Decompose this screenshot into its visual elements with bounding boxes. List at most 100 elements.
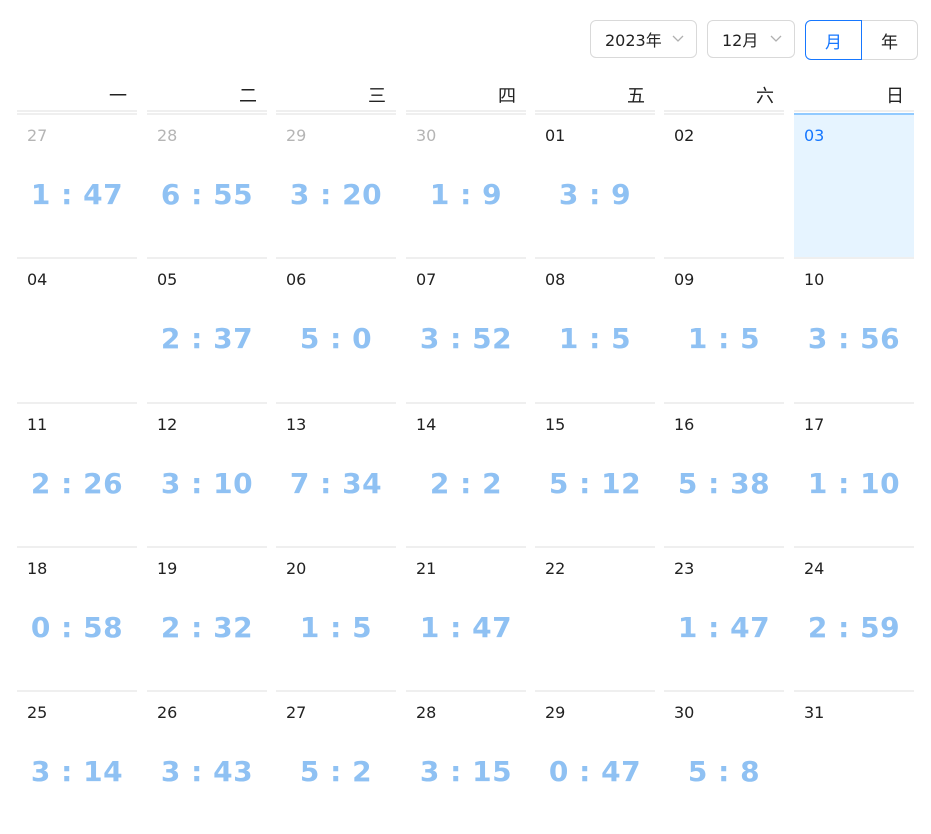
- calendar-day-cell[interactable]: 27 1 : 47: [17, 113, 137, 257]
- day-value: 3 : 14: [30, 755, 124, 788]
- calendar-day-cell[interactable]: 30 5 : 8: [664, 690, 784, 834]
- calendar-day-cell[interactable]: 25 3 : 14: [17, 690, 137, 834]
- weekday-label: 四: [406, 84, 526, 112]
- calendar-day-cell[interactable]: 24 2 : 59: [794, 546, 914, 690]
- day-number: 10: [804, 270, 825, 289]
- chevron-down-icon: [770, 35, 782, 42]
- day-value: 2 : 32: [160, 611, 254, 644]
- day-number: 31: [804, 703, 825, 722]
- day-number: 26: [157, 703, 178, 722]
- day-value: 1 : 47: [30, 178, 124, 211]
- day-number: 30: [416, 126, 437, 145]
- calendar-day-cell[interactable]: 06 5 : 0: [276, 257, 396, 401]
- day-number: 22: [545, 559, 566, 578]
- day-number: 07: [416, 270, 437, 289]
- day-number: 27: [286, 703, 307, 722]
- chevron-down-icon: [672, 35, 684, 42]
- calendar-day-cell[interactable]: 19 2 : 32: [147, 546, 267, 690]
- day-value: 1 : 5: [299, 611, 373, 644]
- day-number: 08: [545, 270, 566, 289]
- calendar-day-cell[interactable]: 13 7 : 34: [276, 402, 396, 546]
- day-value: 2 : 2: [429, 467, 503, 500]
- year-mode-button[interactable]: 年: [861, 20, 918, 60]
- calendar-day-cell[interactable]: 07 3 : 52: [406, 257, 526, 401]
- calendar-day-cell[interactable]: 21 1 : 47: [406, 546, 526, 690]
- day-value: 3 : 20: [289, 178, 383, 211]
- calendar-day-cell[interactable]: 27 5 : 2: [276, 690, 396, 834]
- calendar-day-cell[interactable]: 29 3 : 20: [276, 113, 396, 257]
- calendar-day-cell[interactable]: 04: [17, 257, 137, 401]
- day-value: 2 : 37: [160, 322, 254, 355]
- calendar-day-cell[interactable]: 28 3 : 15: [406, 690, 526, 834]
- day-value: 1 : 10: [807, 467, 901, 500]
- calendar-day-cell[interactable]: 16 5 : 38: [664, 402, 784, 546]
- day-value: 3 : 56: [807, 322, 901, 355]
- day-value: 3 : 15: [419, 755, 513, 788]
- day-number: 25: [27, 703, 48, 722]
- month-select[interactable]: 12月: [707, 20, 795, 58]
- day-number: 20: [286, 559, 307, 578]
- day-number: 13: [286, 415, 307, 434]
- calendar-day-cell[interactable]: 08 1 : 5: [535, 257, 655, 401]
- calendar-day-cell[interactable]: 01 3 : 9: [535, 113, 655, 257]
- calendar-day-cell[interactable]: 30 1 : 9: [406, 113, 526, 257]
- weekday-label: 五: [535, 84, 655, 112]
- year-select-value: 2023年: [605, 31, 662, 50]
- calendar-day-cell[interactable]: 02: [664, 113, 784, 257]
- day-number: 05: [157, 270, 178, 289]
- day-value: 1 : 9: [429, 178, 503, 211]
- day-number: 17: [804, 415, 825, 434]
- day-value: 5 : 8: [687, 755, 761, 788]
- day-number: 15: [545, 415, 566, 434]
- calendar-day-cell[interactable]: 10 3 : 56: [794, 257, 914, 401]
- day-value: 7 : 34: [289, 467, 383, 500]
- day-value: 0 : 47: [548, 755, 642, 788]
- day-number: 06: [286, 270, 307, 289]
- year-select[interactable]: 2023年: [590, 20, 697, 58]
- calendar-day-cell[interactable]: 11 2 : 26: [17, 402, 137, 546]
- calendar-day-cell[interactable]: 22: [535, 546, 655, 690]
- day-number: 11: [27, 415, 48, 434]
- calendar-day-cell[interactable]: 12 3 : 10: [147, 402, 267, 546]
- day-value: 5 : 0: [299, 322, 373, 355]
- day-value: 3 : 43: [160, 755, 254, 788]
- day-value: 2 : 59: [807, 611, 901, 644]
- calendar-day-cell[interactable]: 03: [794, 113, 914, 257]
- calendar-day-cell[interactable]: 15 5 : 12: [535, 402, 655, 546]
- calendar-day-cell[interactable]: 17 1 : 10: [794, 402, 914, 546]
- day-number: 14: [416, 415, 437, 434]
- calendar-day-cell[interactable]: 29 0 : 47: [535, 690, 655, 834]
- calendar-day-cell[interactable]: 31: [794, 690, 914, 834]
- month-select-value: 12月: [722, 31, 759, 50]
- day-number: 19: [157, 559, 178, 578]
- day-number: 29: [545, 703, 566, 722]
- day-value: 1 : 47: [419, 611, 513, 644]
- calendar-day-cell[interactable]: 20 1 : 5: [276, 546, 396, 690]
- day-number: 24: [804, 559, 825, 578]
- day-number: 28: [157, 126, 178, 145]
- day-value: 5 : 2: [299, 755, 373, 788]
- day-number: 16: [674, 415, 695, 434]
- calendar-day-cell[interactable]: 23 1 : 47: [664, 546, 784, 690]
- day-number: 29: [286, 126, 307, 145]
- view-mode-toggle: 月 年: [805, 20, 918, 60]
- day-number: 21: [416, 559, 437, 578]
- calendar-day-cell[interactable]: 14 2 : 2: [406, 402, 526, 546]
- day-value: 6 : 55: [160, 178, 254, 211]
- weekday-label: 六: [664, 84, 784, 112]
- calendar-day-cell[interactable]: 05 2 : 37: [147, 257, 267, 401]
- calendar-day-cell[interactable]: 09 1 : 5: [664, 257, 784, 401]
- day-number: 09: [674, 270, 695, 289]
- calendar-day-cell[interactable]: 18 0 : 58: [17, 546, 137, 690]
- calendar-day-cell[interactable]: 28 6 : 55: [147, 113, 267, 257]
- day-number: 12: [157, 415, 178, 434]
- day-value: 1 : 47: [677, 611, 771, 644]
- day-number: 27: [27, 126, 48, 145]
- day-value: 3 : 10: [160, 467, 254, 500]
- day-number: 04: [27, 270, 48, 289]
- calendar-day-cell[interactable]: 26 3 : 43: [147, 690, 267, 834]
- day-number: 23: [674, 559, 695, 578]
- day-value: 1 : 5: [687, 322, 761, 355]
- month-mode-button[interactable]: 月: [805, 20, 862, 60]
- day-value: 3 : 9: [558, 178, 632, 211]
